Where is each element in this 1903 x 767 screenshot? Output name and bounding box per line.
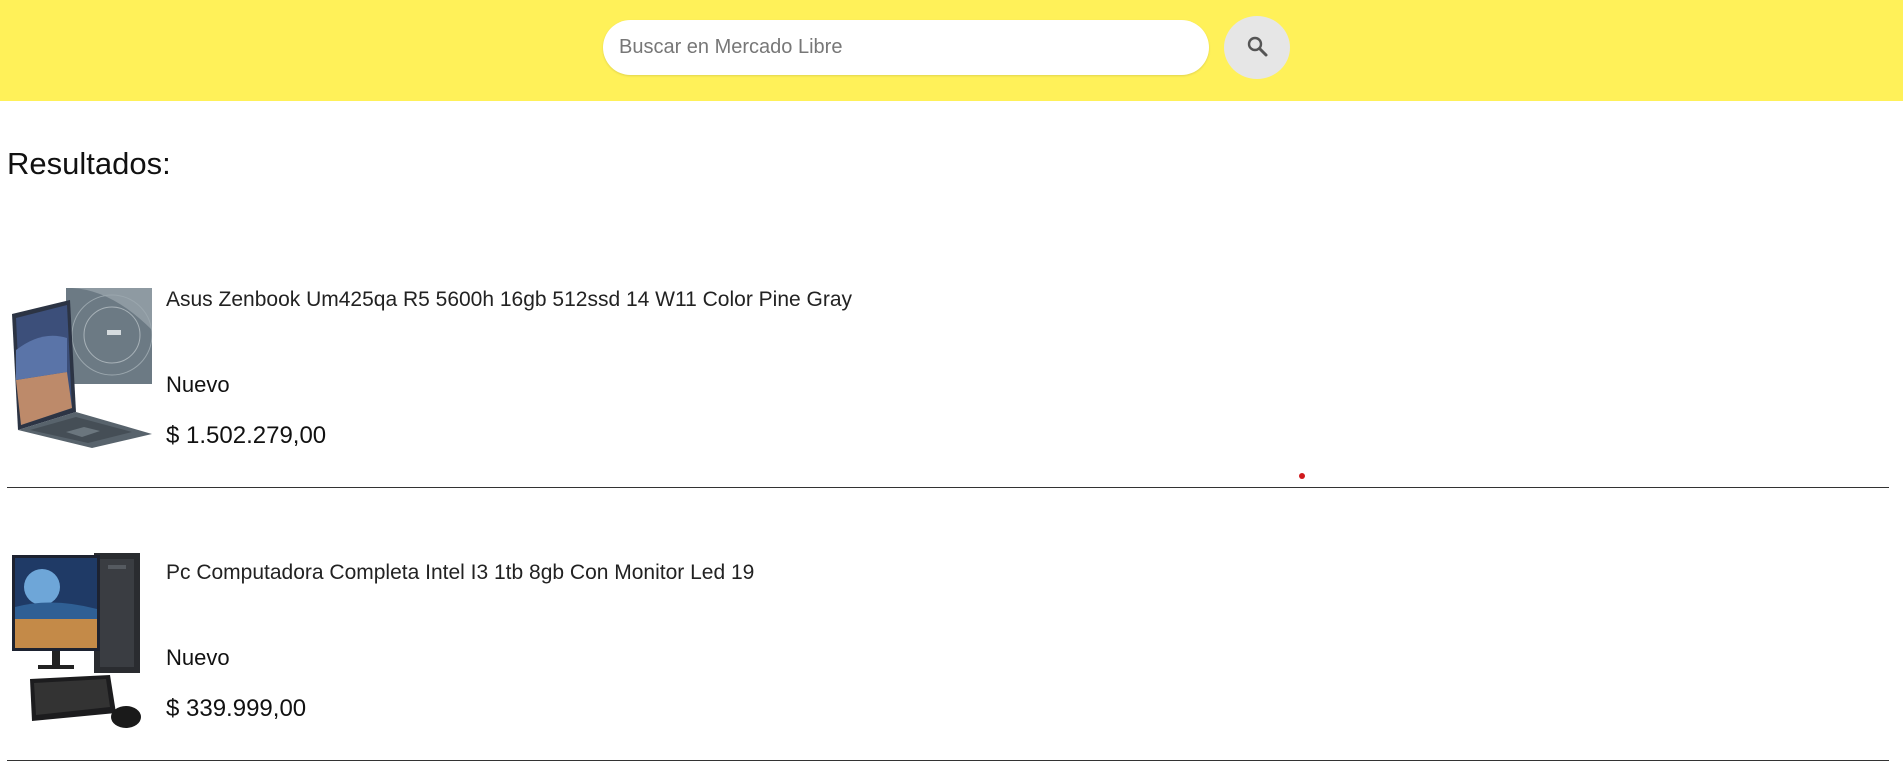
result-item[interactable]: Pc Computadora Completa Intel I3 1tb 8gb… <box>7 543 1889 743</box>
item-divider <box>7 487 1889 488</box>
search-input[interactable] <box>603 20 1209 75</box>
search-icon <box>1245 34 1269 61</box>
desktop-pc-thumbnail[interactable] <box>12 547 152 738</box>
results-heading: Resultados: <box>7 146 171 181</box>
laptop-thumbnail[interactable] <box>12 280 153 453</box>
item-price: $ 339.999,00 <box>166 695 307 722</box>
item-condition: Nuevo <box>166 645 230 670</box>
result-item[interactable]: Asus Zenbook Um425qa R5 5600h 16gb 512ss… <box>7 270 1889 470</box>
search-box[interactable] <box>603 20 1209 75</box>
item-divider <box>7 760 1889 761</box>
item-title[interactable]: Pc Computadora Completa Intel I3 1tb 8gb… <box>166 561 754 585</box>
header-bar <box>0 0 1903 101</box>
item-price: $ 1.502.279,00 <box>166 422 327 449</box>
red-dot-marker <box>1299 473 1305 479</box>
item-title[interactable]: Asus Zenbook Um425qa R5 5600h 16gb 512ss… <box>166 288 852 312</box>
search-button[interactable] <box>1224 16 1290 79</box>
item-condition: Nuevo <box>166 372 230 397</box>
